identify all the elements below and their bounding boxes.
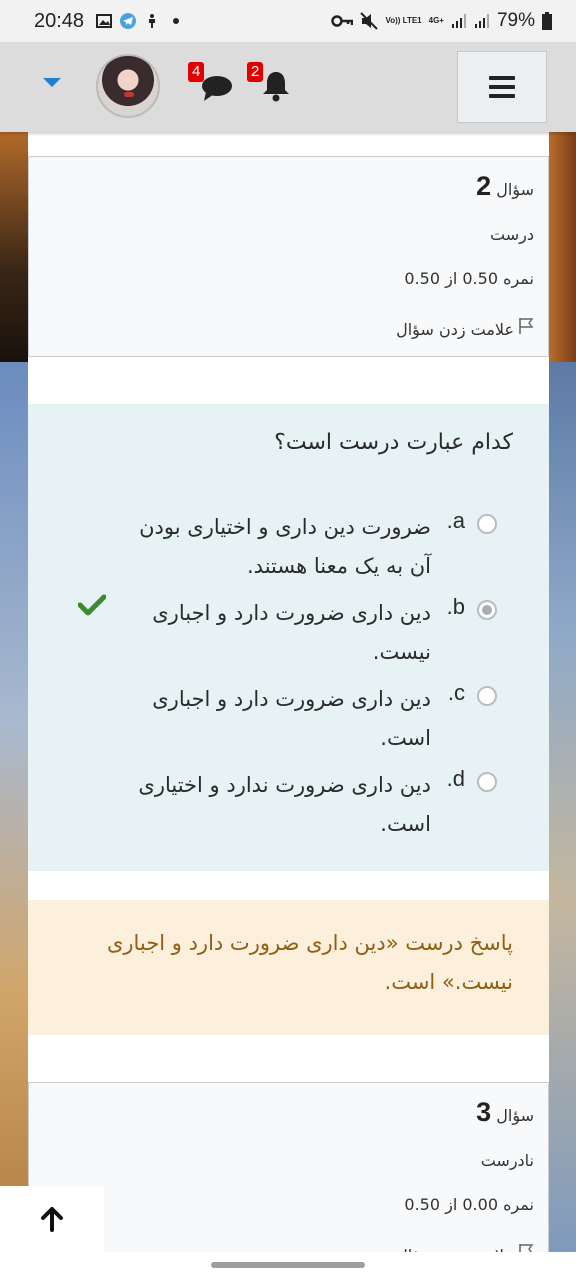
- feedback-text: پاسخ درست «دین داری ضرورت دارد و اجباری …: [106, 931, 513, 994]
- option-b-radio[interactable]: [477, 600, 497, 620]
- telegram-icon: [120, 13, 137, 29]
- question-number: 3: [476, 1097, 492, 1127]
- mute-icon: [360, 12, 379, 30]
- option-text: دین داری ضرورت ندارد و اختیاری است.: [138, 773, 431, 836]
- question-grade: نمره 0.50 از 0.50: [404, 269, 534, 288]
- question-header: سؤال 3: [476, 1097, 534, 1128]
- battery-percent: 79%: [496, 10, 535, 31]
- question-content: کدام عبارت درست است؟ a. ضرورت دین داری و…: [28, 404, 549, 871]
- question-state: درست: [490, 225, 534, 244]
- status-bar: 20:48 Vo)) LTE1 4G+ 79%: [0, 0, 576, 42]
- flag-icon: [519, 318, 534, 334]
- question-state: نادرست: [480, 1151, 534, 1170]
- question-text: کدام عبارت درست است؟: [274, 430, 513, 455]
- option-text: دین داری ضرورت دارد و اجباری است.: [152, 687, 431, 750]
- feedback-box: پاسخ درست «دین داری ضرورت دارد و اجباری …: [28, 900, 549, 1035]
- back-to-top-button[interactable]: [0, 1186, 104, 1252]
- status-time: 20:48: [34, 9, 85, 32]
- option-b[interactable]: b. دین داری ضرورت دارد و اجباری نیست.: [57, 594, 497, 672]
- flag-label: علامت زدن سؤال: [396, 320, 514, 339]
- messages-icon[interactable]: [201, 74, 233, 102]
- option-letter: b.: [446, 594, 465, 619]
- option-d[interactable]: d. دین داری ضرورت ندارد و اختیاری است.: [57, 766, 497, 844]
- gallery-icon: [96, 14, 113, 28]
- arrow-up-icon: [41, 1207, 63, 1232]
- hamburger-menu-button[interactable]: [457, 51, 547, 123]
- question-info-box: سؤال 2 درست نمره 0.50 از 0.50 علامت زدن …: [28, 156, 549, 357]
- option-text: دین داری ضرورت دارد و اجباری نیست.: [152, 601, 431, 664]
- option-a-radio[interactable]: [477, 514, 497, 534]
- signal-2-icon: [474, 14, 489, 28]
- accessibility-icon: [149, 14, 156, 28]
- option-d-radio[interactable]: [477, 772, 497, 792]
- avatar[interactable]: [96, 54, 160, 118]
- user-menu-caret-icon[interactable]: [43, 78, 61, 87]
- option-c-radio[interactable]: [477, 686, 497, 706]
- option-text: ضرورت دین داری و اختیاری بودن آن به یک م…: [139, 515, 431, 578]
- question-info-box: سؤال 3 نادرست نمره 0.00 از 0.50 علامت زد…: [28, 1082, 549, 1280]
- messages-badge: 4: [188, 62, 205, 82]
- vpn-key-icon: [331, 15, 354, 27]
- hamburger-icon: [489, 76, 515, 80]
- flag-question-link[interactable]: علامت زدن سؤال: [396, 317, 534, 339]
- correct-check-icon: [78, 594, 106, 616]
- signal-1-icon: [451, 14, 466, 28]
- volte-label: Vo)) LTE1: [385, 16, 422, 25]
- notifications-badge: 2: [247, 62, 264, 82]
- option-letter: c.: [447, 680, 465, 705]
- option-c[interactable]: c. دین داری ضرورت دارد و اجباری است.: [57, 680, 497, 758]
- option-letter: a.: [446, 508, 465, 533]
- option-a[interactable]: a. ضرورت دین داری و اختیاری بودن آن به ی…: [57, 508, 497, 586]
- battery-icon: [542, 12, 552, 30]
- question-number: 2: [476, 171, 492, 201]
- question-label: سؤال: [496, 180, 534, 199]
- question-label: سؤال: [496, 1106, 534, 1125]
- question-grade: نمره 0.00 از 0.50: [404, 1195, 534, 1214]
- network-type-label: 4G+: [428, 16, 444, 25]
- dot-icon: [173, 18, 180, 24]
- home-indicator[interactable]: [211, 1262, 365, 1268]
- question-header: سؤال 2: [476, 171, 534, 202]
- option-letter: d.: [446, 766, 465, 791]
- notifications-bell-icon[interactable]: [262, 70, 290, 102]
